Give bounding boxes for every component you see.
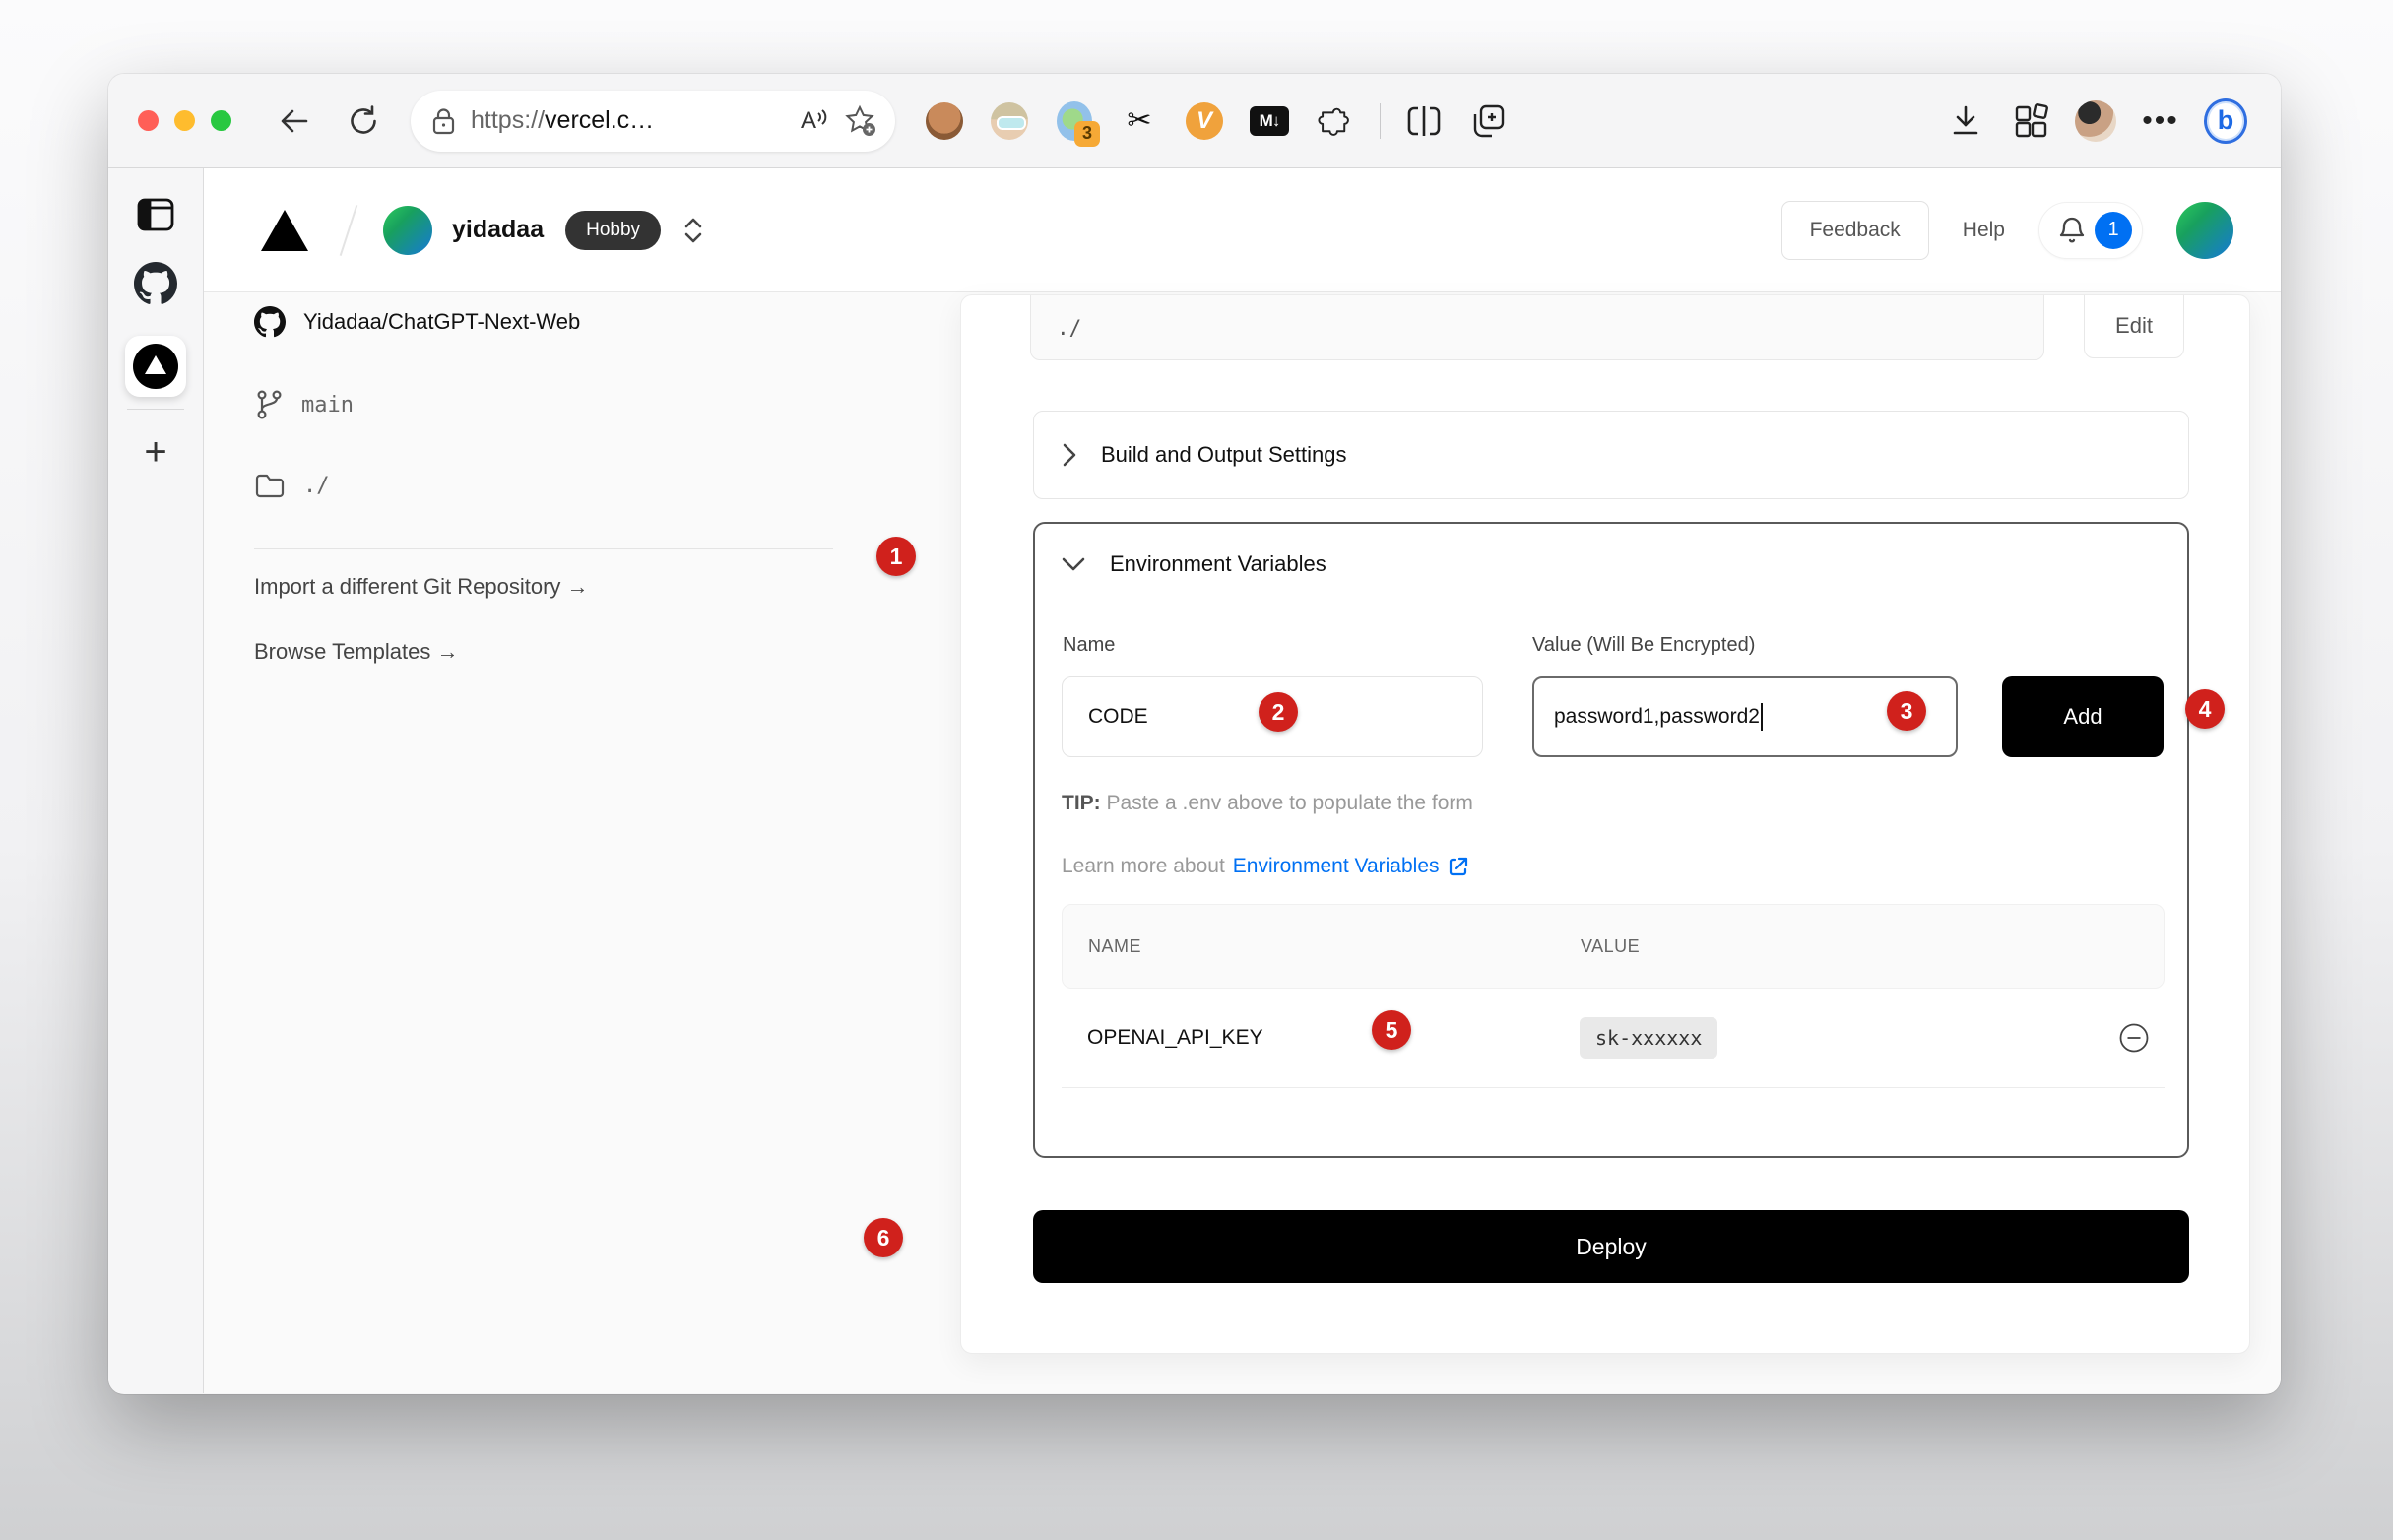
deploy-button[interactable]: Deploy <box>1033 1210 2189 1283</box>
address-bar[interactable]: https://vercel.c… A <box>411 91 895 152</box>
collections-icon[interactable] <box>1467 99 1511 143</box>
extension-browsertools-icon[interactable]: 3 <box>1053 99 1096 143</box>
annotation-badge-4: 4 <box>2185 689 2225 729</box>
chevron-right-icon <box>1062 442 1077 468</box>
env-section-title: Environment Variables <box>1110 551 1326 577</box>
column-name: NAME <box>1088 936 1581 957</box>
bell-icon <box>2057 215 2087 246</box>
sidebar-pages-icon[interactable] <box>133 192 178 237</box>
annotation-badge-6: 6 <box>864 1218 903 1257</box>
env-section-header[interactable]: Environment Variables <box>1061 551 1326 577</box>
github-icon <box>254 306 286 338</box>
zoom-window-button[interactable] <box>211 110 231 131</box>
scope-switcher-icon[interactable] <box>682 216 704 245</box>
name-label: Name <box>1063 634 1115 657</box>
traffic-lights <box>138 110 231 131</box>
external-link-icon <box>1448 856 1469 877</box>
annotation-badge-2: 2 <box>1259 692 1298 732</box>
root-directory-field[interactable]: ./ <box>1030 294 2044 360</box>
close-window-button[interactable] <box>138 110 159 131</box>
env-row-value: sk-xxxxxx <box>1580 1017 1717 1059</box>
sidebar-github-icon[interactable] <box>133 261 178 306</box>
browser-main: + yidadaa Hobby Feedback Help 1 <box>108 168 2281 1393</box>
user-avatar[interactable] <box>2176 202 2233 259</box>
branch-name: main <box>301 393 354 417</box>
reload-icon[interactable] <box>342 99 385 143</box>
extension-persona-icon[interactable] <box>988 99 1031 143</box>
url-scheme: https:// <box>471 106 545 134</box>
add-favorite-icon[interactable] <box>844 104 877 138</box>
browser-window: https://vercel.c… A 3 ✂ V M↓ <box>108 74 2281 1394</box>
root-dir-value: ./ <box>303 474 330 498</box>
minimize-window-button[interactable] <box>174 110 195 131</box>
url-host: vercel.c… <box>545 106 654 134</box>
sidebar-add-icon[interactable]: + <box>133 429 178 475</box>
extension-monkey-icon[interactable] <box>923 99 966 143</box>
add-button[interactable]: Add <box>2002 676 2164 757</box>
value-label: Value (Will Be Encrypted) <box>1532 634 1755 657</box>
download-icon[interactable] <box>1944 99 1987 143</box>
table-row-divider <box>1062 1087 2165 1088</box>
notifications-button[interactable]: 1 <box>2038 202 2143 259</box>
tip-text: TIP: Paste a .env above to populate the … <box>1062 792 1473 815</box>
repo-row: Yidadaa/ChatGPT-Next-Web <box>254 306 580 338</box>
git-branch-icon <box>254 389 284 420</box>
browse-templates-link[interactable]: Browse Templates → <box>254 639 458 665</box>
extension-markdown-icon[interactable]: M↓ <box>1248 99 1291 143</box>
import-page-content: Yidadaa/ChatGPT-Next-Web main ./ Import … <box>204 292 2281 1393</box>
split-screen-icon[interactable] <box>1402 99 1446 143</box>
edge-sidebar: + <box>108 168 204 1393</box>
build-output-settings-section[interactable]: Build and Output Settings <box>1033 411 2189 499</box>
account-avatar[interactable] <box>383 206 432 255</box>
browser-toolbar: https://vercel.c… A 3 ✂ V M↓ <box>108 74 2281 168</box>
vercel-nav: yidadaa Hobby Feedback Help 1 <box>204 168 2281 292</box>
env-table-row: OPENAI_API_KEY sk-xxxxxx <box>1062 989 2165 1087</box>
extensions-menu-icon[interactable] <box>1313 99 1356 143</box>
help-link[interactable]: Help <box>1963 219 2005 242</box>
extension-vimium-icon[interactable]: V <box>1183 99 1226 143</box>
env-table-header: NAME VALUE <box>1062 904 2165 989</box>
build-section-title: Build and Output Settings <box>1101 442 1347 468</box>
lock-icon <box>430 106 457 136</box>
read-aloud-icon[interactable]: A <box>801 107 828 135</box>
more-menu-icon[interactable]: ••• <box>2139 99 2182 143</box>
learn-more-text: Learn more about Environment Variables <box>1062 855 1469 878</box>
bing-chat-icon[interactable]: b <box>2204 99 2247 143</box>
toolbar-divider <box>1380 103 1381 139</box>
remove-variable-icon[interactable] <box>2117 1021 2151 1055</box>
plan-badge: Hobby <box>565 211 661 250</box>
text-caret <box>1761 703 1763 731</box>
import-different-repo-link[interactable]: Import a different Git Repository → <box>254 574 589 600</box>
sidebar-divider <box>127 409 184 410</box>
url-text: https://vercel.c… <box>471 106 793 135</box>
annotation-badge-1: 1 <box>876 537 916 576</box>
vercel-triangle-logo[interactable] <box>261 210 308 251</box>
extension-count-badge: 3 <box>1074 121 1100 147</box>
sidebar-vercel-tab-active[interactable] <box>125 336 186 397</box>
annotation-badge-5: 5 <box>1372 1010 1411 1050</box>
configure-project-card: ./ Edit Build and Output Settings Enviro… <box>960 294 2250 1354</box>
annotation-badge-3: 3 <box>1887 691 1926 731</box>
edit-button[interactable]: Edit <box>2084 294 2184 358</box>
folder-icon <box>254 472 286 499</box>
column-value: VALUE <box>1581 936 1640 957</box>
extension-scissors-icon[interactable]: ✂ <box>1118 99 1161 143</box>
vercel-page: yidadaa Hobby Feedback Help 1 <box>204 168 2281 1393</box>
chevron-down-icon <box>1061 556 1086 572</box>
repo-name: Yidadaa/ChatGPT-Next-Web <box>303 309 580 335</box>
root-dir-row: ./ <box>254 472 330 499</box>
back-icon[interactable] <box>273 99 316 143</box>
notification-count-badge: 1 <box>2095 212 2132 249</box>
environment-variables-section: Environment Variables Name Value (Will B… <box>1033 522 2189 1158</box>
branch-row: main <box>254 389 354 420</box>
panel-divider <box>254 548 833 549</box>
workspaces-icon[interactable] <box>2009 99 2052 143</box>
account-name: yidadaa <box>452 216 544 244</box>
profile-avatar[interactable] <box>2074 99 2117 143</box>
breadcrumb-slash <box>340 205 358 256</box>
feedback-button[interactable]: Feedback <box>1781 201 1929 260</box>
vercel-logo-icon <box>145 355 166 374</box>
environment-variables-link[interactable]: Environment Variables <box>1233 855 1469 878</box>
env-row-name: OPENAI_API_KEY <box>1087 1026 1580 1050</box>
